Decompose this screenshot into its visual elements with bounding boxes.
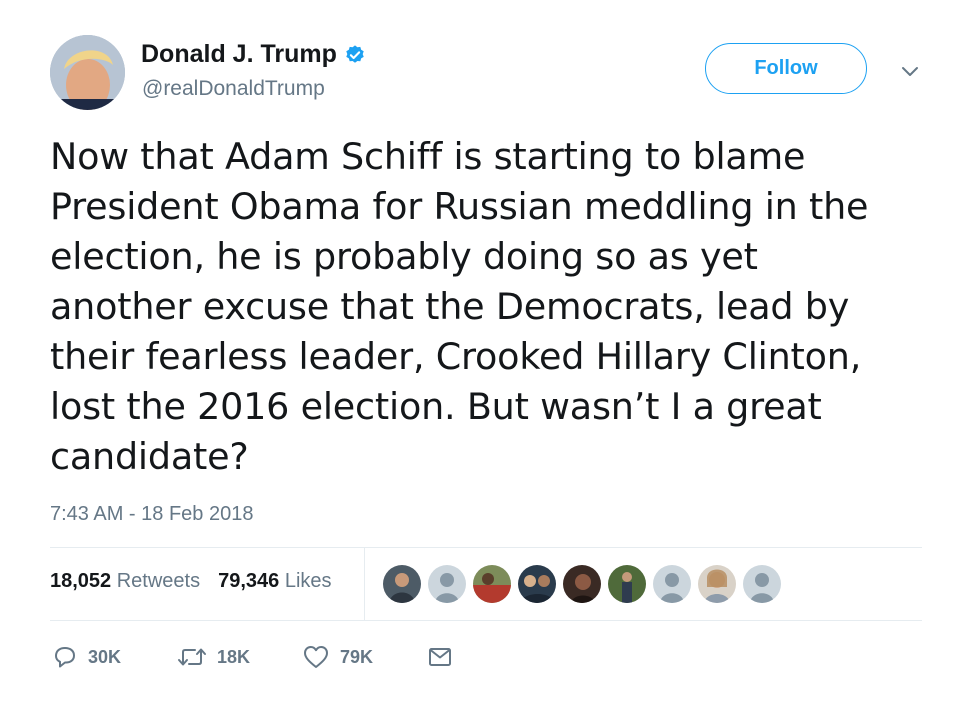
liker-avatar[interactable] xyxy=(473,565,511,603)
verified-badge-icon xyxy=(346,44,364,63)
retweets-count: 18,052 xyxy=(50,570,112,592)
like-count: 79K xyxy=(340,646,374,667)
liker-avatar[interactable] xyxy=(653,565,691,603)
author-handle[interactable]: @realDonaldTrump xyxy=(142,77,325,101)
author-display-name[interactable]: Donald J. Trump xyxy=(141,40,337,69)
direct-message-button[interactable] xyxy=(427,645,453,669)
retweet-button[interactable]: 18K xyxy=(177,644,302,670)
liker-facepile xyxy=(383,565,781,603)
divider xyxy=(50,547,922,548)
retweet-icon xyxy=(178,648,206,666)
divider xyxy=(50,620,922,621)
liker-avatar[interactable] xyxy=(428,565,466,603)
tweet-text: Now that Adam Schiff is starting to blam… xyxy=(50,135,869,478)
retweets-stat[interactable]: 18,052 Retweets xyxy=(50,570,200,593)
liker-avatar[interactable] xyxy=(743,565,781,603)
tweet-action-bar: 30K 18K 79K xyxy=(52,644,453,670)
chevron-down-icon[interactable] xyxy=(899,60,921,82)
message-icon xyxy=(429,648,451,666)
reply-icon xyxy=(55,647,75,668)
author-name-row[interactable]: Donald J. Trump xyxy=(141,40,366,69)
likes-stat[interactable]: 79,346 Likes xyxy=(218,570,331,593)
author-avatar[interactable] xyxy=(50,35,125,110)
divider xyxy=(364,547,365,620)
liker-avatar[interactable] xyxy=(383,565,421,603)
liker-avatar[interactable] xyxy=(698,565,736,603)
liker-avatar[interactable] xyxy=(563,565,601,603)
liker-avatar[interactable] xyxy=(608,565,646,603)
heart-icon xyxy=(304,646,328,668)
like-button[interactable]: 79K xyxy=(302,644,427,670)
reply-count: 30K xyxy=(88,646,122,667)
tweet-stats: 18,052 Retweets 79,346 Likes xyxy=(50,570,332,593)
retweets-label: Retweets xyxy=(116,570,201,592)
tweet-timestamp[interactable]: 7:43 AM - 18 Feb 2018 xyxy=(50,503,253,526)
reply-button[interactable]: 30K xyxy=(52,644,177,670)
likes-count: 79,346 xyxy=(218,570,280,592)
follow-button[interactable]: Follow xyxy=(705,43,867,94)
retweet-count: 18K xyxy=(217,646,251,667)
liker-avatar[interactable] xyxy=(518,565,556,603)
likes-label: Likes xyxy=(284,570,332,592)
